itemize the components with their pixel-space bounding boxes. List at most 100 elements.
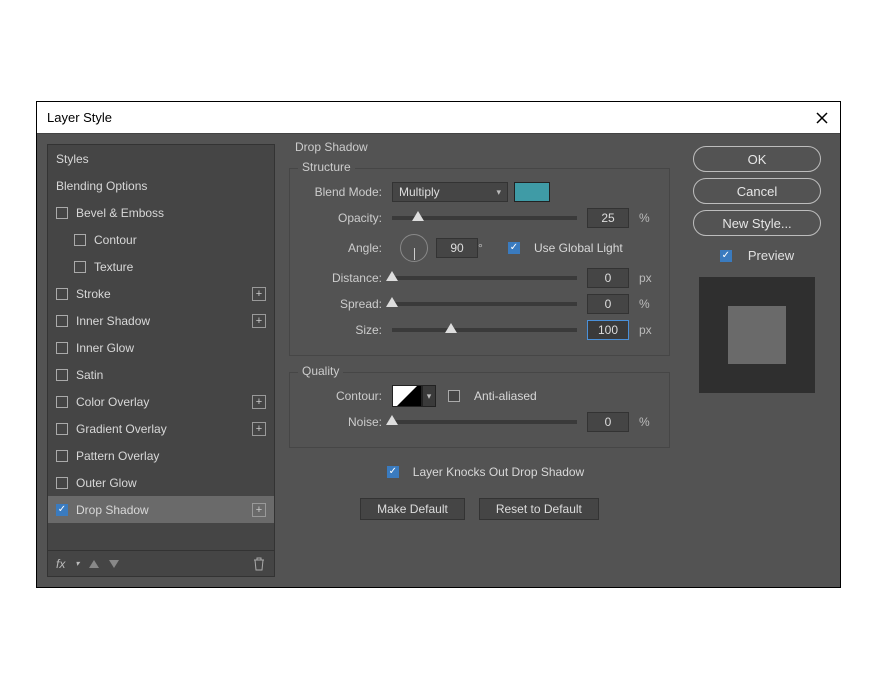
structure-label: Structure <box>298 160 355 174</box>
ok-button[interactable]: OK <box>693 146 821 172</box>
sidebar-item-stroke[interactable]: Stroke+ <box>48 280 274 307</box>
new-style-button[interactable]: New Style... <box>693 210 821 236</box>
fx-chevron-icon[interactable]: ▾ <box>75 559 79 568</box>
angle-label: Angle: <box>302 241 392 255</box>
spread-input[interactable]: 0 <box>587 294 629 314</box>
preview-inner <box>728 306 786 364</box>
opacity-label: Opacity: <box>302 211 392 225</box>
checkbox-icon[interactable] <box>56 450 68 462</box>
checkbox-icon[interactable] <box>56 342 68 354</box>
quality-group: Quality Contour: ▾ Anti-aliased Noise: 0 <box>289 372 670 448</box>
contour-chevron-icon[interactable]: ▾ <box>422 385 436 407</box>
checkbox-icon[interactable] <box>56 504 68 516</box>
sidebar-item-label: Outer Glow <box>76 476 266 490</box>
settings-panel: Drop Shadow Structure Blend Mode: Multip… <box>283 144 676 577</box>
sidebar-item-inner-glow[interactable]: Inner Glow <box>48 334 274 361</box>
angle-input[interactable]: 90 <box>436 238 478 258</box>
opacity-input[interactable]: 25 <box>587 208 629 228</box>
spread-slider[interactable] <box>392 302 577 306</box>
sidebar-item-label: Color Overlay <box>76 395 252 409</box>
checkbox-icon[interactable] <box>74 234 86 246</box>
checkbox-icon[interactable] <box>56 207 68 219</box>
add-effect-icon[interactable]: + <box>252 287 266 301</box>
sidebar-item-label: Inner Shadow <box>76 314 252 328</box>
opacity-slider[interactable] <box>392 216 577 220</box>
dialog-title: Layer Style <box>47 110 112 125</box>
move-down-icon[interactable] <box>109 560 119 568</box>
spread-label: Spread: <box>302 297 392 311</box>
sidebar-item-color-overlay[interactable]: Color Overlay+ <box>48 388 274 415</box>
checkbox-icon[interactable] <box>56 396 68 408</box>
sidebar-item-label: Texture <box>94 260 266 274</box>
checkbox-icon[interactable] <box>56 477 68 489</box>
sidebar-item-label: Inner Glow <box>76 341 266 355</box>
layer-style-dialog: Layer Style Styles Blending Options Beve… <box>36 101 841 588</box>
size-label: Size: <box>302 323 392 337</box>
checkbox-icon[interactable] <box>56 369 68 381</box>
preview-checkbox[interactable]: Preview <box>720 248 794 263</box>
structure-group: Structure Blend Mode: Multiply ▾ Opacity… <box>289 168 670 356</box>
distance-input[interactable]: 0 <box>587 268 629 288</box>
sidebar-item-label: Satin <box>76 368 266 382</box>
checkbox-icon <box>387 466 399 478</box>
checkbox-icon[interactable] <box>74 261 86 273</box>
chevron-down-icon: ▾ <box>496 187 501 198</box>
quality-label: Quality <box>298 364 343 378</box>
use-global-light-checkbox[interactable]: Use Global Light <box>508 241 623 255</box>
checkbox-icon <box>448 390 460 402</box>
sidebar-item-inner-shadow[interactable]: Inner Shadow+ <box>48 307 274 334</box>
distance-label: Distance: <box>302 271 392 285</box>
right-panel: OK Cancel New Style... Preview <box>684 144 830 577</box>
sidebar-item-satin[interactable]: Satin <box>48 361 274 388</box>
angle-dial[interactable] <box>400 234 428 262</box>
checkbox-icon[interactable] <box>56 423 68 435</box>
sidebar-item-drop-shadow[interactable]: Drop Shadow+ <box>48 496 274 523</box>
size-input[interactable]: 100 <box>587 320 629 340</box>
cancel-button[interactable]: Cancel <box>693 178 821 204</box>
sidebar-item-bevel-emboss[interactable]: Bevel & Emboss <box>48 199 274 226</box>
preview-thumbnail <box>699 277 815 393</box>
sidebar-styles[interactable]: Styles <box>48 145 274 172</box>
noise-slider[interactable] <box>392 420 577 424</box>
distance-slider[interactable] <box>392 276 577 280</box>
contour-picker[interactable] <box>392 385 422 407</box>
checkbox-icon[interactable] <box>56 315 68 327</box>
blend-mode-label: Blend Mode: <box>302 185 392 199</box>
close-button[interactable] <box>814 110 830 126</box>
titlebar: Layer Style <box>37 102 840 134</box>
add-effect-icon[interactable]: + <box>252 422 266 436</box>
reset-default-button[interactable]: Reset to Default <box>479 498 599 520</box>
sidebar-item-label: Bevel & Emboss <box>76 206 266 220</box>
sidebar-item-label: Pattern Overlay <box>76 449 266 463</box>
blend-mode-select[interactable]: Multiply ▾ <box>392 182 508 202</box>
trash-icon[interactable] <box>252 557 266 571</box>
shadow-color-swatch[interactable] <box>514 182 550 202</box>
noise-label: Noise: <box>302 415 392 429</box>
move-up-icon[interactable] <box>89 560 99 568</box>
sidebar-item-texture[interactable]: Texture <box>48 253 274 280</box>
noise-input[interactable]: 0 <box>587 412 629 432</box>
checkbox-icon[interactable] <box>56 288 68 300</box>
sidebar-item-gradient-overlay[interactable]: Gradient Overlay+ <box>48 415 274 442</box>
add-effect-icon[interactable]: + <box>252 314 266 328</box>
sidebar-blending-options[interactable]: Blending Options <box>48 172 274 199</box>
size-slider[interactable] <box>392 328 577 332</box>
anti-aliased-checkbox[interactable]: Anti-aliased <box>448 389 537 403</box>
fx-menu[interactable]: fx <box>56 557 65 571</box>
sidebar-item-label: Stroke <box>76 287 252 301</box>
make-default-button[interactable]: Make Default <box>360 498 465 520</box>
sidebar-item-label: Gradient Overlay <box>76 422 252 436</box>
contour-label: Contour: <box>302 389 392 403</box>
checkbox-icon <box>508 242 520 254</box>
sidebar-item-pattern-overlay[interactable]: Pattern Overlay <box>48 442 274 469</box>
add-effect-icon[interactable]: + <box>252 503 266 517</box>
sidebar-item-label: Drop Shadow <box>76 503 252 517</box>
checkbox-icon <box>720 250 732 262</box>
knockout-checkbox[interactable]: Layer Knocks Out Drop Shadow <box>387 465 584 479</box>
sidebar-item-label: Contour <box>94 233 266 247</box>
sidebar-footer: fx ▾ <box>48 550 274 576</box>
sidebar-item-outer-glow[interactable]: Outer Glow <box>48 469 274 496</box>
sidebar-item-contour[interactable]: Contour <box>48 226 274 253</box>
add-effect-icon[interactable]: + <box>252 395 266 409</box>
effects-sidebar: Styles Blending Options Bevel & Emboss Co… <box>47 144 275 577</box>
